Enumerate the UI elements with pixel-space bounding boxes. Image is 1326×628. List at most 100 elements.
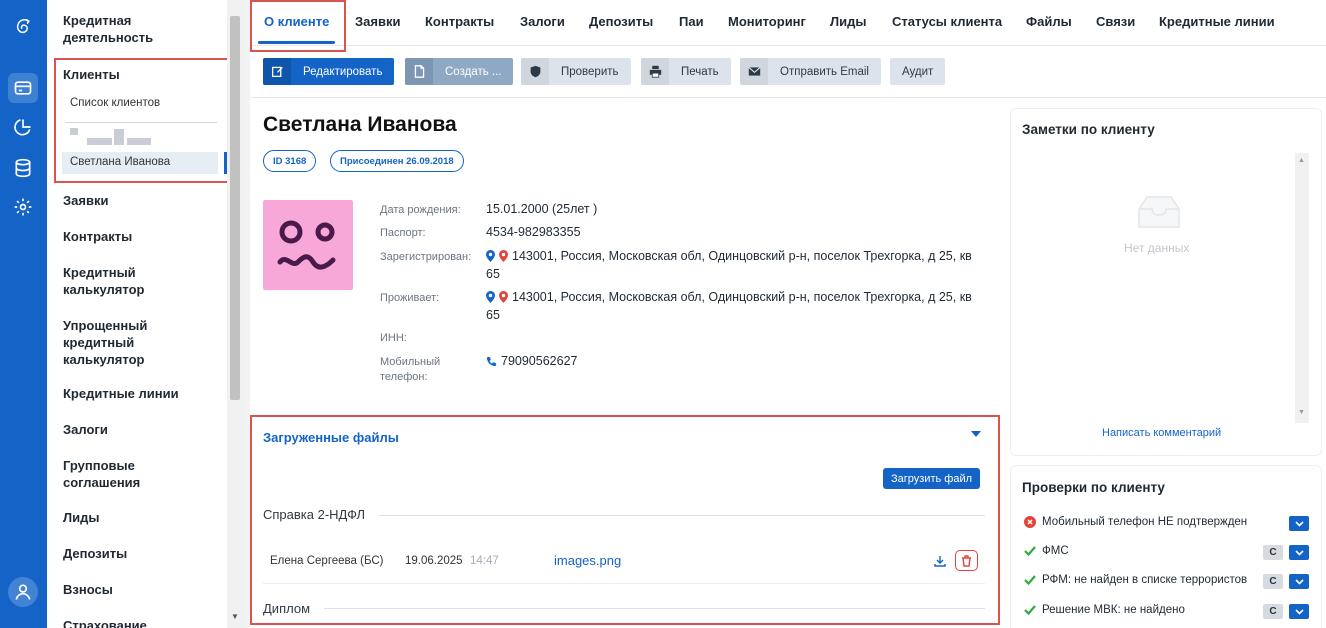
card-icon[interactable] — [8, 73, 38, 103]
edit-button-label: Редактировать — [303, 65, 383, 78]
check-label: ФМС — [1042, 545, 1069, 557]
scroll-down-icon[interactable]: ▼ — [1298, 409, 1305, 416]
inn-label: ИНН: — [380, 332, 407, 344]
sidebar-item-contracts[interactable]: Контракты — [63, 228, 213, 245]
check-item: Мобильный телефон НЕ подтвержден — [1024, 516, 1247, 528]
create-button[interactable]: Создать ... — [405, 58, 514, 85]
expand-check-button[interactable] — [1289, 516, 1309, 531]
check-icon — [1024, 546, 1036, 556]
icon-rail — [0, 0, 47, 628]
tab-requests[interactable]: Заявки — [355, 14, 400, 29]
phone-icon[interactable] — [486, 355, 497, 371]
refresh-check-button[interactable]: C — [1263, 574, 1283, 589]
face-icon — [277, 220, 336, 270]
scroll-up-icon[interactable]: ▲ — [1298, 157, 1305, 164]
check-icon — [1024, 605, 1036, 615]
gear-icon[interactable] — [8, 192, 38, 222]
check-icon — [1024, 575, 1036, 585]
check-item: РФМ: не найден в списке террористов — [1024, 574, 1247, 586]
audit-button[interactable]: Аудит — [890, 58, 946, 85]
tab-monitoring[interactable]: Мониторинг — [728, 14, 806, 29]
sidebar-item-insurance[interactable]: Страхование — [63, 617, 213, 628]
check-button-label: Проверить — [561, 65, 619, 78]
tab-credit-lines[interactable]: Кредитные линии — [1159, 14, 1275, 29]
envelope-icon — [740, 58, 768, 85]
edit-button[interactable]: Редактировать — [263, 58, 395, 85]
tab-deposits[interactable]: Депозиты — [589, 14, 653, 29]
map-marker-icon[interactable] — [499, 250, 508, 266]
sidebar-item-leads[interactable]: Лиды — [63, 509, 213, 526]
logo-icon[interactable] — [8, 12, 38, 42]
phone-value: 79090562627 — [486, 353, 986, 371]
expand-check-button[interactable] — [1289, 545, 1309, 560]
highlight-box-clients — [54, 58, 234, 183]
tab-client-statuses[interactable]: Статусы клиента — [892, 14, 1002, 29]
user-icon[interactable] — [8, 577, 38, 607]
edit-icon — [263, 58, 291, 85]
audit-button-label: Аудит — [902, 65, 934, 78]
error-icon — [1024, 516, 1036, 528]
tab-relations[interactable]: Связи — [1096, 14, 1135, 29]
create-button-label: Создать ... — [445, 65, 502, 78]
tab-bar: О клиенте Заявки Контракты Залоги Депози… — [250, 0, 1326, 46]
check-item: Решение МВК: не найдено — [1024, 604, 1185, 616]
refresh-check-button[interactable]: C — [1263, 545, 1283, 560]
map-marker-icon[interactable] — [499, 291, 508, 307]
sidebar-item-contributions[interactable]: Взносы — [63, 581, 213, 598]
check-label: Решение МВК: не найдено — [1042, 604, 1185, 616]
tab-shares[interactable]: Паи — [679, 14, 704, 29]
printer-icon — [641, 58, 669, 85]
sidebar-item-group-agreements[interactable]: Групповые соглашения — [63, 457, 183, 491]
shield-icon — [521, 58, 549, 85]
passport-label: Паспорт: — [380, 227, 426, 239]
phone-number[interactable]: 79090562627 — [501, 354, 577, 368]
sidebar-section-title: Кредитная деятельность — [63, 13, 154, 45]
expand-check-button[interactable] — [1289, 604, 1309, 619]
tab-contracts[interactable]: Контракты — [425, 14, 494, 29]
toolbar: Редактировать Создать ... Проверить Печа… — [250, 46, 1326, 98]
lives-address: 143001, Россия, Московская обл, Одинцовс… — [486, 290, 972, 322]
highlight-box-files — [250, 415, 1000, 625]
scroll-down-icon[interactable]: ▼ — [231, 612, 239, 621]
passport-value: 4534-982983355 — [486, 225, 581, 239]
tab-files[interactable]: Файлы — [1026, 14, 1072, 29]
notes-title: Заметки по клиенту — [1022, 122, 1155, 137]
sidebar-scrollbar-thumb[interactable] — [230, 16, 240, 400]
check-button[interactable]: Проверить — [521, 58, 631, 85]
lives-value: 143001, Россия, Московская обл, Одинцовс… — [486, 289, 986, 323]
sidebar-item-credit-calculator[interactable]: Кредитный калькулятор — [63, 264, 183, 298]
registered-address: 143001, Россия, Московская обл, Одинцовс… — [486, 249, 972, 281]
write-comment-link[interactable]: Написать комментарий — [1102, 427, 1221, 439]
sidebar-item-requests[interactable]: Заявки — [63, 192, 213, 209]
no-data-text: Нет данных — [1124, 241, 1190, 255]
notes-scrollbar[interactable]: ▲ ▼ — [1295, 153, 1309, 423]
registered-value: 143001, Россия, Московская обл, Одинцовс… — [486, 248, 986, 282]
inbox-icon — [1133, 195, 1185, 236]
tab-collaterals[interactable]: Залоги — [520, 14, 565, 29]
database-icon[interactable] — [8, 153, 38, 183]
pie-chart-icon[interactable] — [8, 112, 38, 142]
sidebar-item-simple-calculator[interactable]: Упрощенный кредитный калькулятор — [63, 317, 173, 368]
send-email-button[interactable]: Отправить Email — [740, 58, 881, 85]
sidebar-item-deposits[interactable]: Депозиты — [63, 545, 213, 562]
lives-label: Проживает: — [380, 292, 440, 304]
map-pin-icon[interactable] — [486, 291, 495, 307]
avatar — [263, 200, 353, 290]
chevron-down-icon — [1294, 549, 1304, 556]
birth-date-value: 15.01.2000 (25лет ) — [486, 202, 598, 216]
chevron-down-icon — [1294, 520, 1304, 527]
tab-leads[interactable]: Лиды — [830, 14, 866, 29]
sidebar-scrollbar[interactable]: ▼ — [227, 0, 243, 628]
print-button-label: Печать — [681, 65, 719, 78]
expand-check-button[interactable] — [1289, 574, 1309, 589]
sidebar-item-credit-lines[interactable]: Кредитные линии — [63, 385, 213, 402]
file-icon — [405, 58, 433, 85]
send-email-button-label: Отправить Email — [780, 65, 869, 78]
refresh-check-button[interactable]: C — [1263, 604, 1283, 619]
checks-title: Проверки по клиенту — [1022, 480, 1165, 495]
print-button[interactable]: Печать — [641, 58, 731, 85]
sidebar-item-collaterals[interactable]: Залоги — [63, 421, 213, 438]
check-label: Мобильный телефон НЕ подтвержден — [1042, 516, 1248, 528]
map-pin-icon[interactable] — [486, 250, 495, 266]
check-item: ФМС — [1024, 545, 1069, 557]
